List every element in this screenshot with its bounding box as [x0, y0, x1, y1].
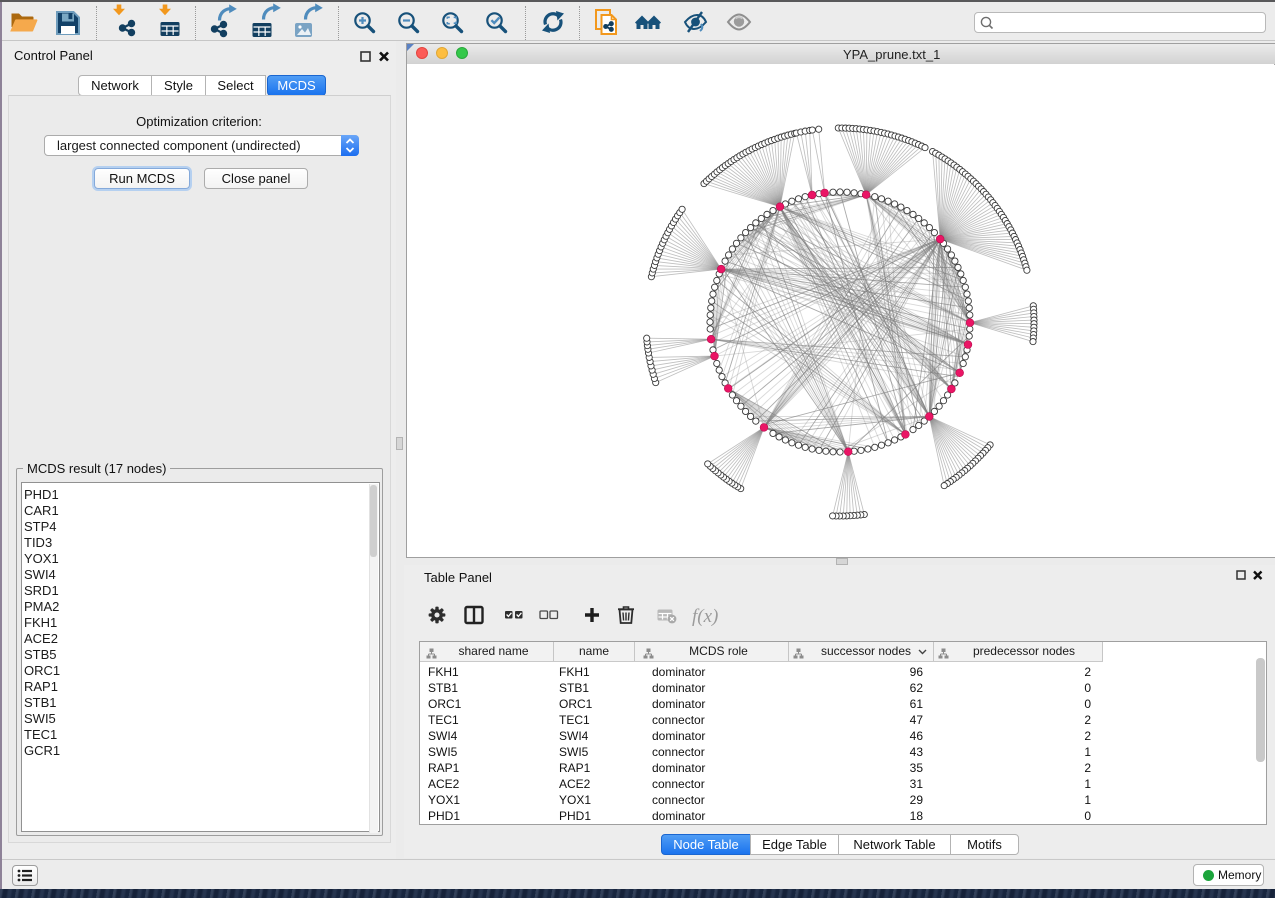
svg-text:f(x): f(x) — [692, 606, 718, 627]
